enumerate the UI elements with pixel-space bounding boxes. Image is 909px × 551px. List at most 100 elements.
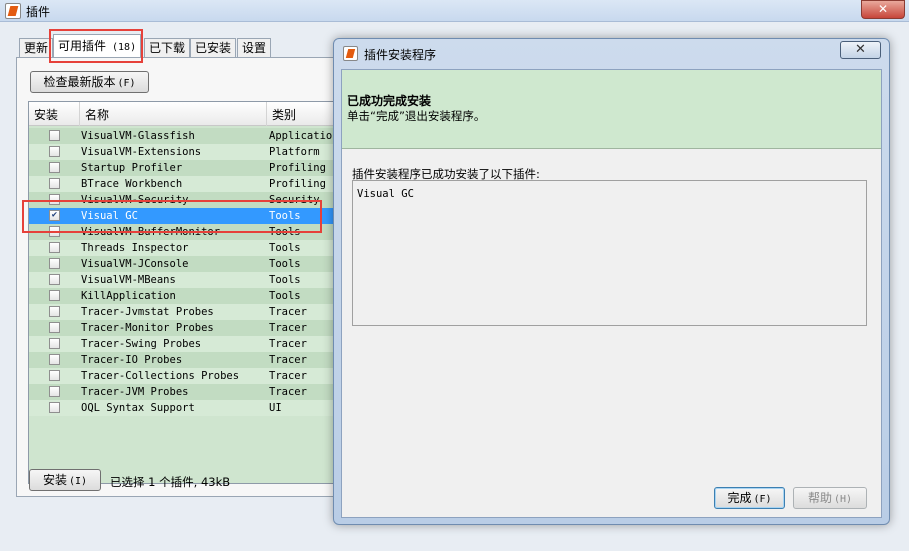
installed-plugins-list[interactable]: Visual GC xyxy=(352,180,867,326)
button-label: 帮助 xyxy=(807,491,832,505)
table-row[interactable]: Threads Inspector Tools xyxy=(29,240,339,256)
plugin-name: VisualVM-Extensions xyxy=(81,146,202,158)
dialog-subtext: 单击“完成”退出安装程序。 xyxy=(347,109,486,123)
plugin-installer-dialog: 插件安装程序 ✕ 已成功完成安装 单击“完成”退出安装程序。 插件安装程序已成功… xyxy=(333,38,890,525)
plugin-category: Application xyxy=(269,130,339,142)
button-label: 安装 xyxy=(42,473,67,487)
tab-downloaded[interactable]: 已下载 xyxy=(144,38,191,57)
plugin-category: Profiling xyxy=(269,178,326,190)
install-checkbox[interactable] xyxy=(49,290,60,301)
plugin-name: VisualVM-BufferMonitor xyxy=(81,226,221,238)
dialog-header-panel: 已成功完成安装 单击“完成”退出安装程序。 xyxy=(342,70,881,149)
install-checkbox[interactable] xyxy=(49,162,60,173)
install-checkbox[interactable] xyxy=(49,306,60,317)
plugin-name: Tracer-JVM Probes xyxy=(81,386,189,398)
dialog-title: 插件安装程序 xyxy=(364,48,437,62)
plugin-category: Tools xyxy=(269,290,301,302)
plugin-name: BTrace Workbench xyxy=(81,178,183,190)
plugin-name: Tracer-Swing Probes xyxy=(81,338,202,350)
install-button[interactable]: 安装 (I) xyxy=(29,469,101,491)
tab-label: 已安装 xyxy=(195,41,232,55)
plugin-category: Platform xyxy=(269,146,320,158)
dialog-titlebar: 插件安装程序 ✕ xyxy=(334,39,889,67)
table-row[interactable]: Tracer-Collections Probes Tracer xyxy=(29,368,339,384)
table-row[interactable]: Tracer-Swing Probes Tracer xyxy=(29,336,339,352)
plugin-name: VisualVM-JConsole xyxy=(81,258,189,270)
plugin-category: Tracer xyxy=(269,338,307,350)
install-checkbox[interactable] xyxy=(49,274,60,285)
table-row[interactable]: OQL Syntax Support UI xyxy=(29,400,339,416)
plugin-category: Profiling xyxy=(269,162,326,174)
help-button[interactable]: 帮助 (H) xyxy=(793,487,867,509)
plugin-name: KillApplication xyxy=(81,290,176,302)
table-row[interactable]: Tracer-IO Probes Tracer xyxy=(29,352,339,368)
table-row[interactable]: VisualVM-Glassfish Application xyxy=(29,128,339,144)
plugin-category: Tools xyxy=(269,242,301,254)
install-checkbox[interactable] xyxy=(49,354,60,365)
plugin-table: 安装 名称 类别 VisualVM-Glassfish Application Vi… xyxy=(28,101,340,484)
table-row[interactable]: VisualVM-BufferMonitor Tools xyxy=(29,224,339,240)
table-row[interactable]: Tracer-Jvmstat Probes Tracer xyxy=(29,304,339,320)
plugin-name: Tracer-Jvmstat Probes xyxy=(81,306,214,318)
table-row[interactable]: VisualVM-Security Security xyxy=(29,192,339,208)
plugin-category: Tools xyxy=(269,210,301,222)
plugin-name: Startup Profiler xyxy=(81,162,183,174)
tab-available-plugins[interactable]: 可用插件 (18) xyxy=(53,34,142,58)
install-checkbox[interactable] xyxy=(49,130,60,141)
table-header: 安装 名称 类别 xyxy=(29,102,339,126)
column-header-category[interactable]: 类别 xyxy=(267,102,339,126)
plugin-name: Visual GC xyxy=(81,210,138,222)
selection-status: 已选择 1 个插件, 43kB xyxy=(110,475,231,489)
plugin-category: Tools xyxy=(269,258,301,270)
table-row[interactable]: Tracer-JVM Probes Tracer xyxy=(29,384,339,400)
plugin-category: Tracer xyxy=(269,386,307,398)
tab-settings[interactable]: 设置 xyxy=(237,38,272,57)
install-checkbox[interactable] xyxy=(49,258,60,269)
install-checkbox[interactable] xyxy=(49,242,60,253)
install-checkbox[interactable] xyxy=(49,178,60,189)
install-checkbox[interactable] xyxy=(49,386,60,397)
plugin-name: VisualVM-Security xyxy=(81,194,189,206)
finish-button[interactable]: 完成 (F) xyxy=(714,487,785,509)
install-checkbox[interactable] xyxy=(49,338,60,349)
tab-label: 设置 xyxy=(242,41,267,55)
install-checkbox[interactable] xyxy=(49,322,60,333)
install-checkbox[interactable] xyxy=(49,146,60,157)
mnemonic-hint: (F) xyxy=(117,78,136,89)
install-checkbox[interactable] xyxy=(49,226,60,237)
column-header-name[interactable]: 名称 xyxy=(80,102,267,126)
table-row[interactable]: VisualVM-JConsole Tools xyxy=(29,256,339,272)
column-header-install[interactable]: 安装 xyxy=(29,102,80,126)
plugin-category: Tools xyxy=(269,274,301,286)
table-row[interactable]: Tracer-Monitor Probes Tracer xyxy=(29,320,339,336)
mnemonic-hint: (H) xyxy=(833,494,853,505)
plugin-category: Security xyxy=(269,194,320,206)
plugin-category: Tracer xyxy=(269,370,307,382)
installed-plugin-item: Visual GC xyxy=(357,188,414,200)
install-checkbox[interactable] xyxy=(49,194,60,205)
table-row[interactable]: ✔ Visual GC Tools xyxy=(29,208,339,224)
window-titlebar: 插件 ✕ xyxy=(0,0,909,22)
mnemonic-hint: (I) xyxy=(68,476,88,487)
table-row[interactable]: VisualVM-Extensions Platform xyxy=(29,144,339,160)
table-row[interactable]: KillApplication Tools xyxy=(29,288,339,304)
button-label: 检查最新版本 xyxy=(43,75,116,89)
plugin-count-badge: (18) xyxy=(112,42,137,53)
check-updates-button[interactable]: 检查最新版本 (F) xyxy=(30,71,149,93)
plugin-name: OQL Syntax Support xyxy=(81,402,195,414)
tab-installed[interactable]: 已安装 xyxy=(190,38,237,57)
dialog-close-button[interactable]: ✕ xyxy=(840,41,881,59)
install-checkbox[interactable] xyxy=(49,402,60,413)
plugin-name: Tracer-Monitor Probes xyxy=(81,322,214,334)
table-row[interactable]: Startup Profiler Profiling xyxy=(29,160,339,176)
window-close-button[interactable]: ✕ xyxy=(861,0,905,19)
install-checkbox[interactable] xyxy=(49,370,60,381)
table-row[interactable]: BTrace Workbench Profiling xyxy=(29,176,339,192)
tab-updates[interactable]: 更新 xyxy=(19,38,54,57)
plugin-name: VisualVM-MBeans xyxy=(81,274,176,286)
install-checkbox[interactable]: ✔ xyxy=(49,210,60,221)
button-label: 完成 xyxy=(727,491,752,505)
table-row[interactable]: VisualVM-MBeans Tools xyxy=(29,272,339,288)
tab-label: 更新 xyxy=(24,41,49,55)
plugin-category: Tools xyxy=(269,226,301,238)
